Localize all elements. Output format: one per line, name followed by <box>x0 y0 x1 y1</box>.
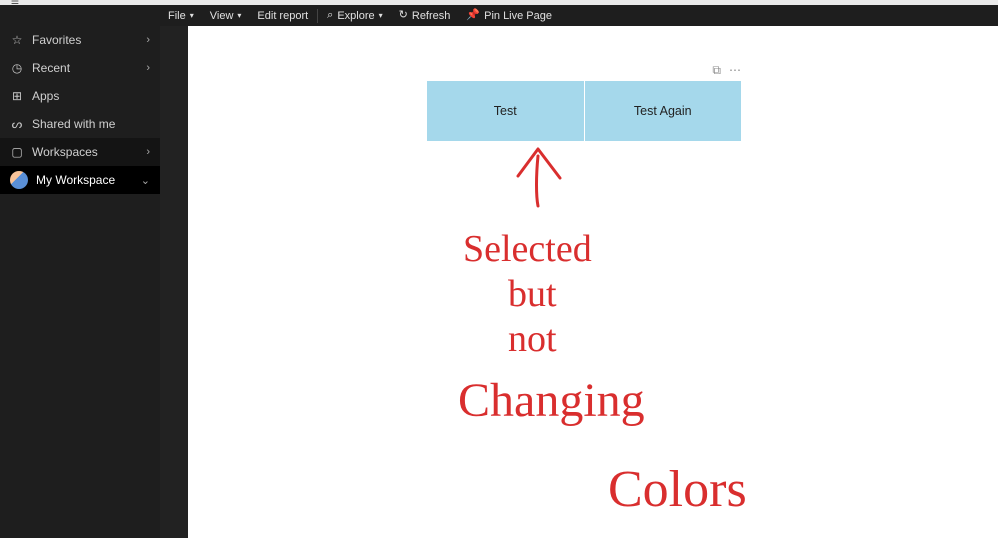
more-options-icon[interactable]: ⋯ <box>729 63 741 79</box>
sidebar-label: Shared with me <box>32 117 150 131</box>
pin-live-page-button[interactable]: 📌 Pin Live Page <box>458 5 560 26</box>
sidebar-item-my-workspace[interactable]: My Workspace ⌄ <box>0 166 160 194</box>
file-label: File <box>168 10 186 22</box>
explore-menu[interactable]: ⌕ Explore ▾ <box>319 5 390 26</box>
slicer-option-label: Test <box>494 104 517 118</box>
edit-report-label: Edit report <box>257 10 308 22</box>
share-icon: ᔕ <box>10 117 24 131</box>
sidebar-item-recent[interactable]: ◷ Recent › <box>0 54 160 82</box>
slicer-option-test-again[interactable]: Test Again <box>584 81 742 141</box>
sidebar-label: My Workspace <box>36 173 133 187</box>
workspace-icon: ▢ <box>10 145 24 159</box>
pin-live-label: Pin Live Page <box>484 10 552 22</box>
sidebar-item-favorites[interactable]: ☆ Favorites › <box>0 26 160 54</box>
chevron-right-icon: › <box>146 34 150 46</box>
pin-icon: 📌 <box>466 10 480 21</box>
sidebar-label: Recent <box>32 61 138 75</box>
nav-sidebar: ☆ Favorites › ◷ Recent › ⊞ Apps ᔕ Shared… <box>0 26 160 538</box>
sidebar-item-apps[interactable]: ⊞ Apps <box>0 82 160 110</box>
visual-header: ⧉ ⋯ <box>427 63 741 79</box>
toolbar-separator <box>317 9 318 23</box>
focus-mode-icon[interactable]: ⧉ <box>712 63 721 79</box>
view-menu[interactable]: View ▾ <box>202 5 250 26</box>
slicer-option-test[interactable]: Test <box>427 81 584 141</box>
chevron-down-icon: ▾ <box>237 11 241 20</box>
slicer-visual: Test Test Again <box>427 81 741 141</box>
sidebar-label: Favorites <box>32 33 138 47</box>
view-label: View <box>210 10 234 22</box>
report-toolbar: File ▾ View ▾ Edit report ⌕ Explore ▾ ↻ … <box>0 5 998 26</box>
file-menu[interactable]: File ▾ <box>160 5 202 26</box>
slicer-option-label: Test Again <box>634 104 692 118</box>
canvas-gutter <box>160 26 188 538</box>
star-icon: ☆ <box>10 33 24 47</box>
svg-text:Colors: Colors <box>608 461 747 518</box>
explore-icon: ⌕ <box>327 10 333 21</box>
svg-text:Changing: Changing <box>458 374 645 427</box>
explore-label: Explore <box>337 10 374 22</box>
refresh-label: Refresh <box>412 10 451 22</box>
svg-text:Selected: Selected <box>463 228 592 270</box>
svg-text:not: not <box>508 318 557 360</box>
chevron-down-icon: ▾ <box>379 11 383 20</box>
sidebar-label: Workspaces <box>32 145 138 159</box>
svg-text:but: but <box>508 273 557 315</box>
chevron-down-icon: ⌄ <box>141 174 150 187</box>
refresh-icon: ↻ <box>399 10 408 21</box>
sidebar-item-shared[interactable]: ᔕ Shared with me <box>0 110 160 138</box>
edit-report-button[interactable]: Edit report <box>249 5 316 26</box>
sidebar-item-workspaces[interactable]: ▢ Workspaces › <box>0 138 160 166</box>
refresh-button[interactable]: ↻ Refresh <box>391 5 459 26</box>
report-canvas[interactable]: ⧉ ⋯ Test Test Again <box>188 26 998 538</box>
chevron-right-icon: › <box>146 62 150 74</box>
avatar <box>10 171 28 189</box>
sidebar-label: Apps <box>32 89 150 103</box>
chevron-down-icon: ▾ <box>190 11 194 20</box>
chevron-right-icon: › <box>146 146 150 158</box>
report-canvas-area: ⧉ ⋯ Test Test Again <box>160 26 998 538</box>
apps-icon: ⊞ <box>10 89 24 103</box>
clock-icon: ◷ <box>10 61 24 75</box>
